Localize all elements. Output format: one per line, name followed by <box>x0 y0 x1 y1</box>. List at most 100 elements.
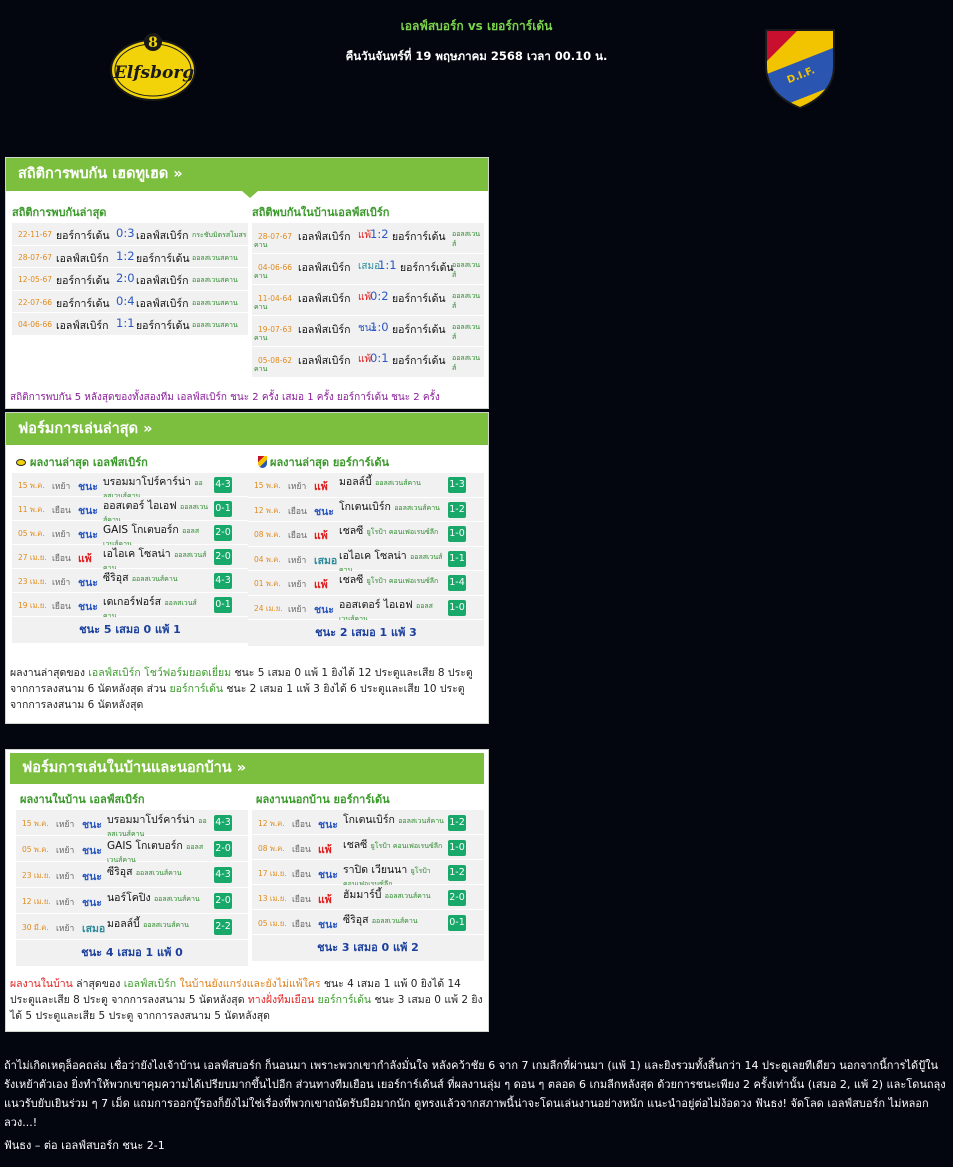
form-row: 19 เม.ย. เยือน ชนะ เดเกอร์ฟอร์ส ออลสเวนส์คา… <box>12 593 248 620</box>
score-badge: 2-0 <box>448 890 466 906</box>
opponent-name: เชลซี <box>339 574 364 586</box>
match-date: 22-11-67 <box>18 230 53 239</box>
form-row: 17 เม.ย. เยือน ชนะ ราปิด เวียนนา ยูโรป้า คอ… <box>252 860 484 888</box>
competition: ออลสเวนส์ <box>452 292 481 310</box>
home-team: ยอร์การ์เด้น <box>56 275 110 287</box>
homeaway-left-total: ชนะ 4 เสมอ 1 แพ้ 0 <box>16 940 248 966</box>
home-away: เยือน <box>288 506 307 517</box>
match-score: 1:0 <box>370 320 389 334</box>
match-score: 1:2 <box>116 248 135 263</box>
result-label: ชนะ <box>78 577 98 589</box>
homeaway-heading[interactable]: ฟอร์มการเล่นในบ้านและนอกบ้าน » <box>10 753 484 784</box>
djurgarden-logo: D.I.F. <box>762 26 838 110</box>
form-row: 08 พ.ค. เยือน แพ้ เชลซี ยูโรป้า คอนเฟอเรนซ์… <box>252 835 484 860</box>
opponent-name: ออสเตอร์ ไอเอฟ <box>103 500 177 512</box>
form-row: 11 พ.ค. เยือน ชนะ ออสเตอร์ ไอเอฟ ออลสเวนส์ค… <box>12 497 248 524</box>
opponent: เชลซี ยูโรป้า คอนเฟอเรนซ์ลีก <box>339 525 444 538</box>
competition: ออลสเวนส์คาน <box>153 895 200 903</box>
home-team: ยอร์การ์เด้น <box>56 297 110 310</box>
match-date: 11 พ.ค. <box>18 505 45 514</box>
match-score: 0:2 <box>370 289 389 303</box>
homeaway-left-table: 15 พ.ค. เหย้า ชนะ บรอมมาโปร์คาร์น่า ออลสเวน… <box>16 810 248 940</box>
opponent-name: GAIS โกเตบอร์ก <box>103 524 179 536</box>
match-date: 24 เม.ย. <box>254 603 283 613</box>
competition: ยูโรป้า คอนเฟอเรนซ์ลีก <box>370 842 443 850</box>
homeaway-right-table: 12 พ.ค. เยือน ชนะ โกเตนเบิร์ก ออลสเวนส์คาน 1… <box>252 810 484 935</box>
away-team: ยอร์การ์เด้น <box>392 355 446 367</box>
score-badge: 1-1 <box>448 550 466 567</box>
score-badge: 4-3 <box>214 815 232 831</box>
article-paragraph: ถ้าไม่เกิดเหตุล็อคถล่ม เชื่อว่ายังไงเจ้า… <box>4 1059 946 1129</box>
result-label: เสมอ <box>314 554 338 567</box>
result-label: ชนะ <box>82 845 102 857</box>
h2h-right-title: สถิติพบกันในบ้านเอลฟ์สเบิร์ก <box>252 206 390 219</box>
form-row: 15 พ.ค. เหย้า แพ้ มอลล์บี้ ออลสเวนส์คาน 1-3 <box>248 473 484 498</box>
match-date: 05 เม.ย. <box>258 919 287 928</box>
home-away: เหย้า <box>56 924 75 934</box>
score-badge: 0-1 <box>214 501 232 517</box>
competition: ออลสเวนส์คาน <box>135 869 182 877</box>
table-row: 04-06-66 เอลฟ์สเบิร์ก 1:1 ยอร์การ์เด้น ออลสเ… <box>12 313 248 336</box>
home-away: เยือน <box>292 870 311 880</box>
score-badge: 1-0 <box>448 599 466 616</box>
table-row: 04-06-66 เอลฟ์สเบิร์ก เสมอ 1:1 ยอร์การ์เด้นอ… <box>252 254 484 285</box>
match-date: 04 พ.ค. <box>254 554 281 564</box>
home-away: เยือน <box>52 554 71 564</box>
competition: ออลสเวนส์คาน <box>143 921 189 929</box>
competition: ออลสเวนส์คาน <box>384 892 431 900</box>
opponent-name: GAIS โกเตบอร์ก <box>107 840 183 852</box>
form-right-table: 15 พ.ค. เหย้า แพ้ มอลล์บี้ ออลสเวนส์คาน 1-3 1… <box>248 473 484 623</box>
form-row: 24 เม.ย. เหย้า ชนะ ออสเตอร์ ไอเอฟ ออลสเวนส์… <box>248 595 484 623</box>
form-right-total: ชนะ 2 เสมอ 1 แพ้ 3 <box>248 620 484 646</box>
match-date: 15 พ.ค. <box>22 819 49 828</box>
competition: ออลสเวนส์คาน <box>371 917 418 925</box>
home-away: เหย้า <box>288 580 307 590</box>
match-date: 15 พ.ค. <box>18 481 45 490</box>
score-badge: 1-3 <box>448 477 466 493</box>
h2h-left-title: สถิติการพบกันล่าสุด <box>12 206 107 219</box>
match-date: 22-07-66 <box>18 297 53 307</box>
home-away: เหย้า <box>288 482 307 492</box>
home-team: ยอร์การ์เด้น <box>56 230 110 242</box>
score-badge: 1-2 <box>448 865 466 881</box>
home-away: เยือน <box>52 506 71 516</box>
h2h-heading[interactable]: สถิติการพบกัน เฮดทูเฮด » <box>6 158 488 198</box>
competition: ออลสเวนส์ <box>452 354 481 372</box>
opponent: ซีริอุส ออลสเวนส์คาน <box>343 914 444 927</box>
home-away: เหย้า <box>52 578 71 588</box>
form-row: 05 พ.ค. เหย้า ชนะ GAIS โกเตบอร์ก ออลสเวนส์ค… <box>16 836 248 864</box>
match-date: 12 เม.ย. <box>22 897 51 906</box>
form-row: 05 เม.ย. เยือน ชนะ ซีริอุส ออลสเวนส์คาน 0-1 <box>252 910 484 935</box>
opponent: เชลซี ยูโรป้า คอนเฟอเรนซ์ลีก <box>339 574 444 587</box>
form-heading[interactable]: ฟอร์มการเล่นล่าสุด » <box>6 413 488 445</box>
form-row: 12 พ.ค. เยือน ชนะ โกเตนเบิร์ก ออลสเวนส์คาน 1… <box>252 810 484 835</box>
opponent: โกเตนเบิร์ก ออลสเวนส์คาน <box>339 501 444 514</box>
result-label: แพ้ <box>318 894 332 906</box>
competition: ออลสเวนส์คาน <box>375 479 421 487</box>
home-team: เอลฟ์สเบิร์ก <box>298 231 351 243</box>
away-team: ยอร์การ์เด้น <box>136 252 190 265</box>
home-away: เหย้า <box>56 820 75 830</box>
table-row: 11-04-64 เอลฟ์สเบิร์ก แพ้ 0:2 ยอร์การ์เด้น ออ… <box>252 285 484 316</box>
score-badge: 0-1 <box>448 915 466 931</box>
table-row: 22-11-67 ยอร์การ์เด้น 0:3 เอลฟ์สเบิร์ก กระชั… <box>12 223 248 246</box>
score-badge: 1-4 <box>448 575 466 591</box>
score-badge: 1-2 <box>448 501 466 518</box>
opponent-name: โกเตนเบิร์ก <box>343 814 395 826</box>
table-row: 19-07-63 เอลฟ์สเบิร์ก ชนะ 1:0 ยอร์การ์เด้น ออ… <box>252 316 484 347</box>
home-away: เยือน <box>292 895 311 905</box>
match-score: 1:1 <box>378 258 397 272</box>
form-row: 04 พ.ค. เหย้า เสมอ เอไอเค โซลน่า ออลสเวนส์ค… <box>248 546 484 574</box>
home-away: เหย้า <box>288 604 307 615</box>
home-away: เยือน <box>292 845 311 855</box>
djurgarden-small-icon <box>258 456 267 468</box>
competition: ออลสเวนส์คาน <box>394 503 440 512</box>
competition: ยูโรป้า คอนเฟอเรนซ์ลีก <box>366 528 439 536</box>
result-label: แพ้ <box>78 553 92 565</box>
home-away: เหย้า <box>288 555 307 566</box>
away-team: ยอร์การ์เด้น <box>392 324 446 336</box>
table-row: 28-07-67 เอลฟ์สเบิร์ก 1:2 ยอร์การ์เด้น ออลสเ… <box>12 246 248 268</box>
homeaway-left-title: ผลงานในบ้าน เอลฟ์สเบิร์ก <box>20 793 145 806</box>
opponent: เชลซี ยูโรป้า คอนเฟอเรนซ์ลีก <box>343 839 444 852</box>
opponent-name: มอลล์บี้ <box>339 476 372 488</box>
